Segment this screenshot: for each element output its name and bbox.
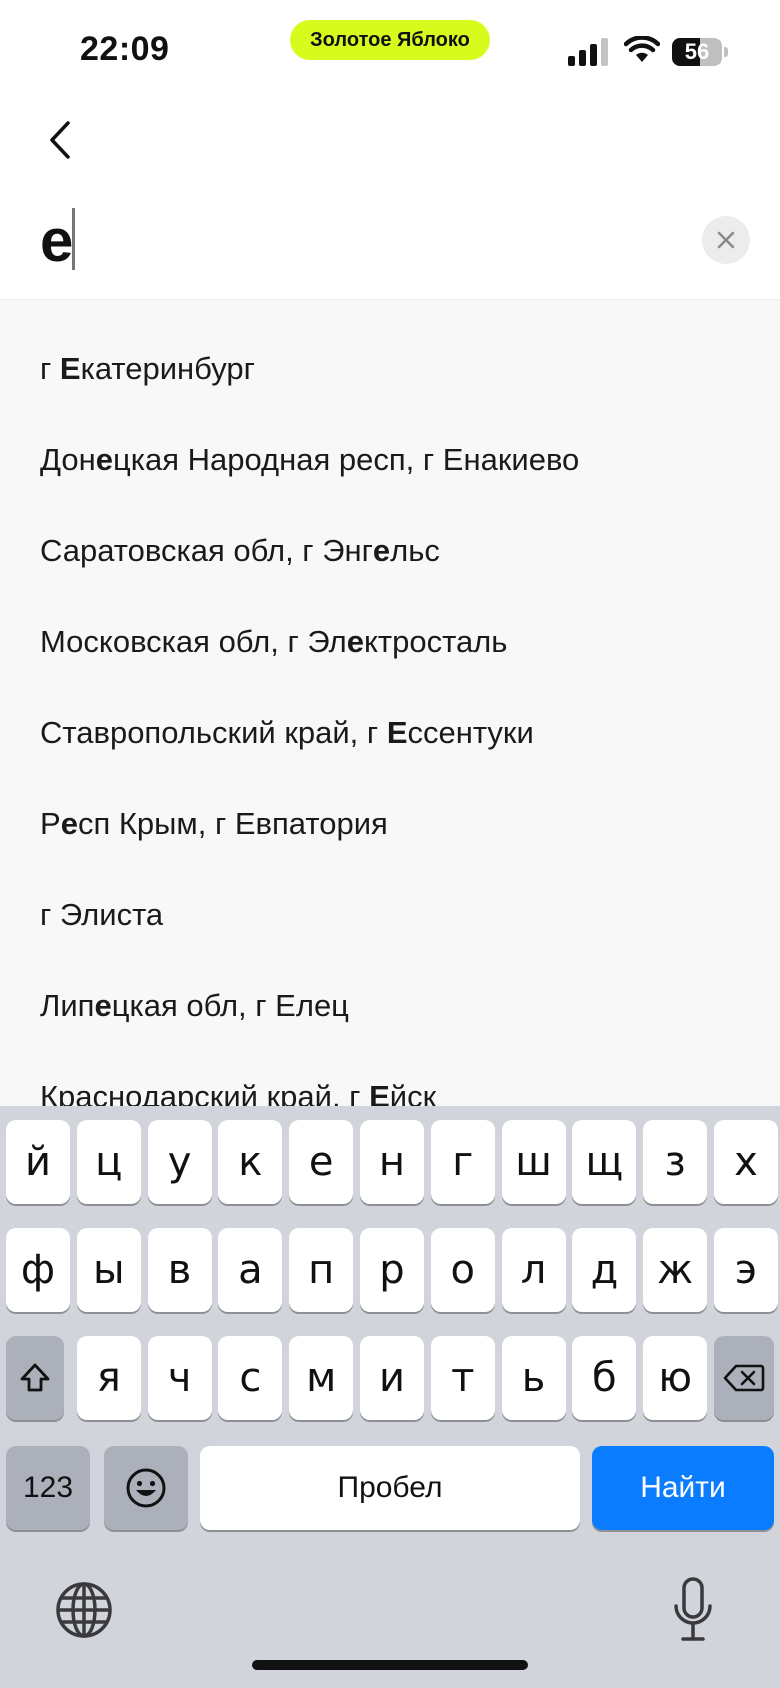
globe-icon[interactable]	[52, 1578, 116, 1642]
key-к[interactable]: к	[218, 1120, 283, 1204]
suggestion-text: катеринбург	[80, 351, 255, 386]
suggestion-text: Р	[40, 806, 61, 841]
suggestion-text: цкая обл, г Елец	[111, 988, 349, 1023]
key-щ[interactable]: щ	[572, 1120, 637, 1204]
suggestion-text: Ставропольский край, г	[40, 715, 387, 750]
key-н[interactable]: н	[360, 1120, 424, 1204]
suggestion-text: г	[40, 351, 60, 386]
search-input[interactable]	[40, 200, 680, 280]
suggestion-text: Московская обл, г Эл	[40, 624, 347, 659]
clear-search-button[interactable]	[702, 216, 750, 264]
suggestion-match-highlight: е	[60, 806, 78, 841]
suggestion-text: льс	[390, 533, 440, 568]
suggestion-match-highlight: е	[346, 624, 364, 659]
battery-icon: 56	[672, 38, 728, 66]
space-key[interactable]: Пробел	[200, 1446, 580, 1530]
keyboard: й ц у к е н г ш щ з х ф ы в а п р о л д ж э я ч с м и т ь б ю 123 Пробел…	[0, 1106, 780, 1688]
suggestion-match-highlight: е	[94, 988, 112, 1023]
key-х[interactable]: х	[714, 1120, 778, 1204]
key-б[interactable]: б	[572, 1336, 637, 1420]
key-о[interactable]: о	[430, 1228, 495, 1312]
key-ц[interactable]: ц	[76, 1120, 141, 1204]
suggestion-item[interactable]: Московская обл, г Электросталь	[0, 615, 780, 706]
cellular-signal-icon	[568, 38, 608, 66]
wifi-icon	[624, 36, 660, 62]
key-ы[interactable]: ы	[76, 1228, 141, 1312]
suggestion-text: цкая Народная респ, г Енакиево	[112, 442, 580, 477]
emoji-key[interactable]	[104, 1446, 188, 1530]
status-bar: 22:09 Золотое Яблоко 56	[0, 0, 780, 100]
suggestion-item[interactable]: г Элиста	[0, 888, 780, 979]
key-е[interactable]: е	[289, 1120, 354, 1204]
suggestion-text: Лип	[40, 988, 95, 1023]
key-с[interactable]: с	[218, 1336, 283, 1420]
suggestion-item[interactable]: Краснодарский край, г Ейск	[0, 1070, 780, 1107]
key-а[interactable]: а	[218, 1228, 283, 1312]
search-bar	[0, 190, 780, 300]
suggestion-match-highlight: е	[95, 442, 113, 477]
suggestion-text: Саратовская обл, г Энг	[40, 533, 373, 568]
suggestion-match-highlight: е	[372, 533, 391, 568]
key-у[interactable]: у	[147, 1120, 212, 1204]
key-ь[interactable]: ь	[501, 1336, 566, 1420]
suggestion-text: ктросталь	[364, 624, 508, 659]
backspace-key[interactable]	[714, 1336, 774, 1420]
back-button[interactable]	[30, 110, 90, 170]
close-icon	[717, 231, 735, 249]
microphone-icon[interactable]	[668, 1576, 718, 1646]
key-г[interactable]: г	[430, 1120, 495, 1204]
key-й[interactable]: й	[6, 1120, 70, 1204]
shift-icon	[20, 1363, 50, 1392]
key-ш[interactable]: ш	[501, 1120, 566, 1204]
suggestion-text: Дон	[40, 442, 96, 477]
backspace-icon	[723, 1364, 765, 1392]
chevron-left-icon	[50, 121, 70, 159]
key-ю[interactable]: ю	[643, 1336, 708, 1420]
key-р[interactable]: р	[360, 1228, 424, 1312]
key-ж[interactable]: ж	[643, 1228, 708, 1312]
numbers-key[interactable]: 123	[6, 1446, 90, 1530]
key-т[interactable]: т	[430, 1336, 495, 1420]
key-ф[interactable]: ф	[6, 1228, 70, 1312]
suggestion-item[interactable]: Респ Крым, г Евпатория	[0, 797, 780, 888]
home-indicator	[252, 1660, 528, 1670]
suggestion-item[interactable]: Донецкая Народная респ, г Енакиево	[0, 433, 780, 524]
search-go-key[interactable]: Найти	[592, 1446, 774, 1530]
battery-percent: 56	[684, 39, 710, 64]
status-time: 22:09	[80, 30, 170, 68]
suggestion-match-highlight: Е	[369, 1079, 390, 1107]
emoji-icon	[126, 1468, 166, 1508]
key-и[interactable]: и	[360, 1336, 424, 1420]
key-я[interactable]: я	[76, 1336, 141, 1420]
suggestion-item[interactable]: г Екатеринбург	[0, 342, 780, 433]
suggestion-text: йск	[389, 1079, 437, 1107]
key-п[interactable]: п	[289, 1228, 354, 1312]
suggestion-item[interactable]: Липецкая обл, г Елец	[0, 979, 780, 1070]
suggestion-text: Краснодарский край, г	[40, 1079, 370, 1107]
key-м[interactable]: м	[289, 1336, 354, 1420]
suggestion-text: сп Крым, г Евпатория	[77, 806, 388, 841]
suggestion-text: ссентуки	[407, 715, 534, 750]
suggestion-item[interactable]: Ставропольский край, г Ессентуки	[0, 706, 780, 797]
key-в[interactable]: в	[147, 1228, 212, 1312]
key-з[interactable]: з	[643, 1120, 708, 1204]
key-ч[interactable]: ч	[147, 1336, 212, 1420]
key-э[interactable]: э	[714, 1228, 778, 1312]
suggestion-list: г Екатеринбург Донецкая Народная респ, г …	[0, 300, 780, 1106]
carrier-pill: Золотое Яблоко	[290, 20, 490, 60]
suggestion-match-highlight: Е	[59, 351, 81, 386]
shift-key[interactable]	[6, 1336, 64, 1420]
key-д[interactable]: д	[572, 1228, 637, 1312]
suggestion-item[interactable]: Саратовская обл, г Энгельс	[0, 524, 780, 615]
key-л[interactable]: л	[501, 1228, 566, 1312]
text-caret	[72, 208, 75, 270]
suggestion-match-highlight: Е	[386, 715, 408, 750]
suggestion-text: г Элиста	[40, 897, 164, 932]
